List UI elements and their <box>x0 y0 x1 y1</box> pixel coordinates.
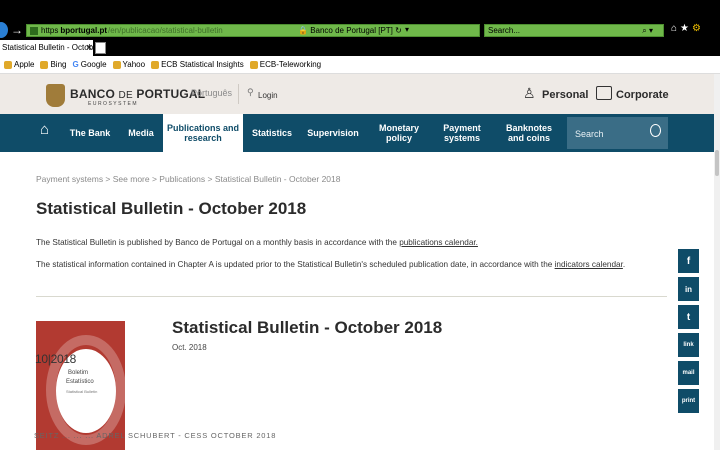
page-icon <box>249 60 258 69</box>
home-icon[interactable]: ⌂ <box>671 23 680 34</box>
address-dropdown-icon[interactable]: ▾ <box>405 25 409 34</box>
breadcrumb[interactable]: Payment systems > See more > Publication… <box>36 174 341 184</box>
person-icon[interactable]: ♙ <box>523 85 536 102</box>
intro-paragraph-1: The Statistical Bulletin is published by… <box>36 238 478 247</box>
nav-statistics[interactable]: Statistics <box>245 114 299 152</box>
print-icon: print <box>681 398 696 404</box>
login-link[interactable]: Login <box>258 91 278 100</box>
publications-calendar-link[interactable]: publications calendar. <box>399 238 478 247</box>
favorite-label: Bing <box>50 60 67 69</box>
address-bar[interactable]: https bportugal.pt /en/publicacao/statis… <box>26 24 480 37</box>
header-divider <box>238 84 239 104</box>
nav-banknotes-and-coins[interactable]: Banknotes and coins <box>500 114 558 152</box>
section-divider <box>36 296 667 297</box>
browser-search-placeholder: Search... <box>488 26 521 35</box>
browser-search-box[interactable]: Search... ⌕ ▾ <box>484 24 664 37</box>
favorite-apple[interactable]: Apple <box>4 60 34 69</box>
bank-logo-icon[interactable] <box>46 84 65 107</box>
favorite-google[interactable]: G Google <box>72 60 106 69</box>
url-scheme: https <box>41 26 59 35</box>
home-icon[interactable]: ⌂ <box>40 121 49 138</box>
facebook-icon: f <box>686 255 691 267</box>
corporate-link[interactable]: Corporate <box>616 89 669 101</box>
url-domain: bportugal.pt <box>60 26 107 35</box>
page-title: Statistical Bulletin - October 2018 <box>36 199 307 218</box>
twitter-share-button[interactable]: t <box>678 305 699 329</box>
page-icon <box>4 60 12 69</box>
search-icon[interactable] <box>650 124 661 137</box>
page-icon <box>40 60 49 69</box>
cover-title-line-3: Statistical Bulletin <box>66 389 98 394</box>
tab-strip <box>0 40 720 56</box>
page-icon <box>151 60 160 69</box>
forward-arrow-icon[interactable]: → <box>11 22 23 38</box>
site-search-placeholder: Search <box>575 129 604 139</box>
search-icon[interactable]: ⌕ ▾ <box>642 25 653 36</box>
intro-text-1: The Statistical Bulletin is published by… <box>36 238 400 247</box>
tab-title: Statistical Bulletin - Octobe... <box>2 43 93 52</box>
logo-word-banco: BANCO <box>70 87 115 101</box>
nav-monetary-policy[interactable]: Monetary policy <box>372 114 426 152</box>
cover-date: 10|2018 <box>35 352 77 366</box>
page-scrollbar[interactable] <box>714 74 720 450</box>
nav-publications-and-research[interactable]: Publications and research <box>163 114 243 152</box>
intro-text-2-end: . <box>622 260 626 269</box>
nav-supervision[interactable]: Supervision <box>302 114 364 152</box>
bank-logo-text[interactable]: BANCO DE PORTUGAL <box>70 87 205 101</box>
indicators-calendar-link[interactable]: indicators calendar <box>555 260 623 269</box>
mail-icon: mail <box>682 370 695 376</box>
nav-the-bank[interactable]: The Bank <box>62 114 118 152</box>
favorite-label: Yahoo <box>122 60 146 69</box>
browser-tab[interactable]: Statistical Bulletin - Octobe... ✕ <box>0 40 93 56</box>
browser-toolbar-icons: ⌂★⚙ <box>671 23 704 34</box>
copy-link-button[interactable]: link <box>678 333 699 357</box>
page-icon <box>112 60 121 69</box>
gear-icon[interactable]: ⚙ <box>692 23 704 34</box>
intro-text-2: The statistical information contained in… <box>36 260 555 269</box>
favorite-yahoo[interactable]: Yahoo <box>112 60 146 69</box>
publication-date: Oct. 2018 <box>172 343 207 352</box>
linkedin-share-button[interactable]: in <box>678 277 699 301</box>
email-share-button[interactable]: mail <box>678 361 699 385</box>
cover-title-line-1: Boletim <box>68 370 89 376</box>
favorites-bar: Apple Bing G Google Yahoo ECB Statistical… <box>0 56 720 74</box>
new-tab-button[interactable] <box>95 42 106 54</box>
favorite-label: ECB Statistical Insights <box>161 60 244 69</box>
intro-paragraph-2: The statistical information contained in… <box>36 260 625 269</box>
cover-title-line-2: Estatístico <box>66 379 94 385</box>
twitter-icon: t <box>686 311 691 323</box>
linkedin-icon: in <box>684 284 693 294</box>
site-favicon-icon <box>30 27 38 35</box>
language-switch[interactable]: Português <box>191 88 232 98</box>
google-icon: G <box>72 60 79 69</box>
facebook-share-button[interactable]: f <box>678 249 699 273</box>
user-icon[interactable]: ⚲ <box>247 87 254 98</box>
browser-titlebar <box>0 0 720 22</box>
logo-word-de: DE <box>118 90 133 101</box>
scrollbar-thumb[interactable] <box>715 150 719 176</box>
site-identity[interactable]: 🔒 Banco de Portugal [PT] ↻ <box>298 26 402 35</box>
close-icon[interactable]: ✕ <box>86 40 93 56</box>
favorite-bing[interactable]: Bing <box>40 60 66 69</box>
print-button[interactable]: print <box>678 389 699 413</box>
slide-footer-caption: SEITZ ... ... ... ADREL SCHUBERT - CESS … <box>34 431 277 440</box>
logo-subtitle: EUROSYSTEM <box>88 101 139 107</box>
favorite-label: ECB-Teleworking <box>259 60 322 69</box>
link-icon: link <box>683 342 694 348</box>
site-identity-label: Banco de Portugal [PT] <box>310 26 393 35</box>
url-path: /en/publicacao/statistical-bulletin <box>108 26 223 35</box>
favorite-ecb-teleworking[interactable]: ECB-Teleworking <box>249 60 322 69</box>
star-icon[interactable]: ★ <box>680 23 692 34</box>
briefcase-icon[interactable] <box>596 86 612 100</box>
favorite-label: Apple <box>14 60 35 69</box>
publication-title[interactable]: Statistical Bulletin - October 2018 <box>172 318 442 338</box>
nav-media[interactable]: Media <box>120 114 162 152</box>
nav-payment-systems[interactable]: Payment systems <box>436 114 488 152</box>
favorite-ecb-statistical-insights[interactable]: ECB Statistical Insights <box>151 60 244 69</box>
personal-link[interactable]: Personal <box>542 89 588 101</box>
favorite-label: Google <box>80 60 107 69</box>
